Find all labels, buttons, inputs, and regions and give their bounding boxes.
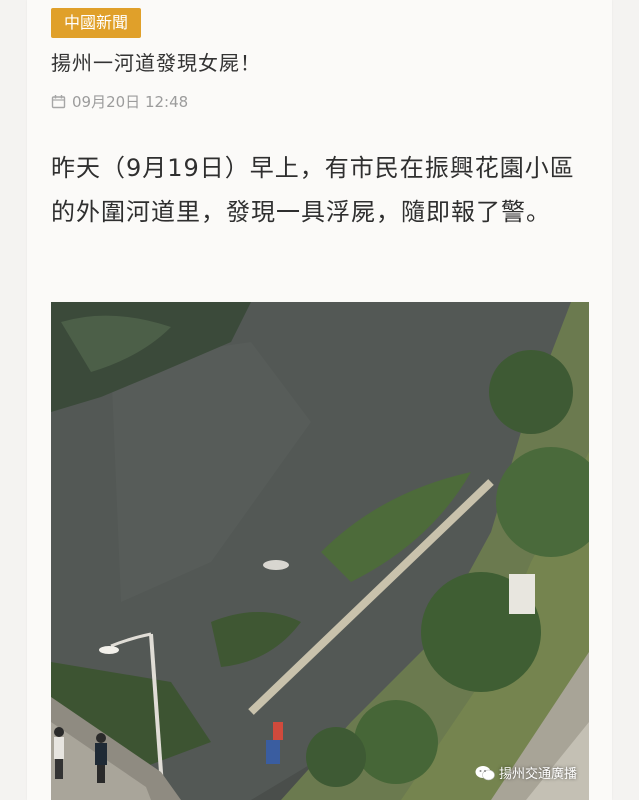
photo-watermark: 揚州交通廣播 [475,763,577,782]
calendar-icon [51,94,66,109]
river-scene-illustration [51,302,589,800]
wechat-icon [475,765,495,781]
category-badge[interactable]: 中國新聞 [51,8,142,38]
article-meta: 09月20日 12:48 [51,91,188,112]
watermark-text: 揚州交通廣播 [498,767,577,782]
article-card: 中國新聞 揚州一河道發現女屍！ 09月20日 12:48 昨天（9月19日）早上… [27,0,612,800]
publish-date: 09月20日 12:48 [72,93,189,111]
article-photo[interactable]: 揚州交通廣播 [51,302,589,800]
article-title: 揚州一河道發現女屍！ [51,51,261,75]
article-body: 昨天（9月19日）早上，有市民在振興花園小區的外圍河道里，發現一具浮屍，隨即報了… [51,154,575,226]
